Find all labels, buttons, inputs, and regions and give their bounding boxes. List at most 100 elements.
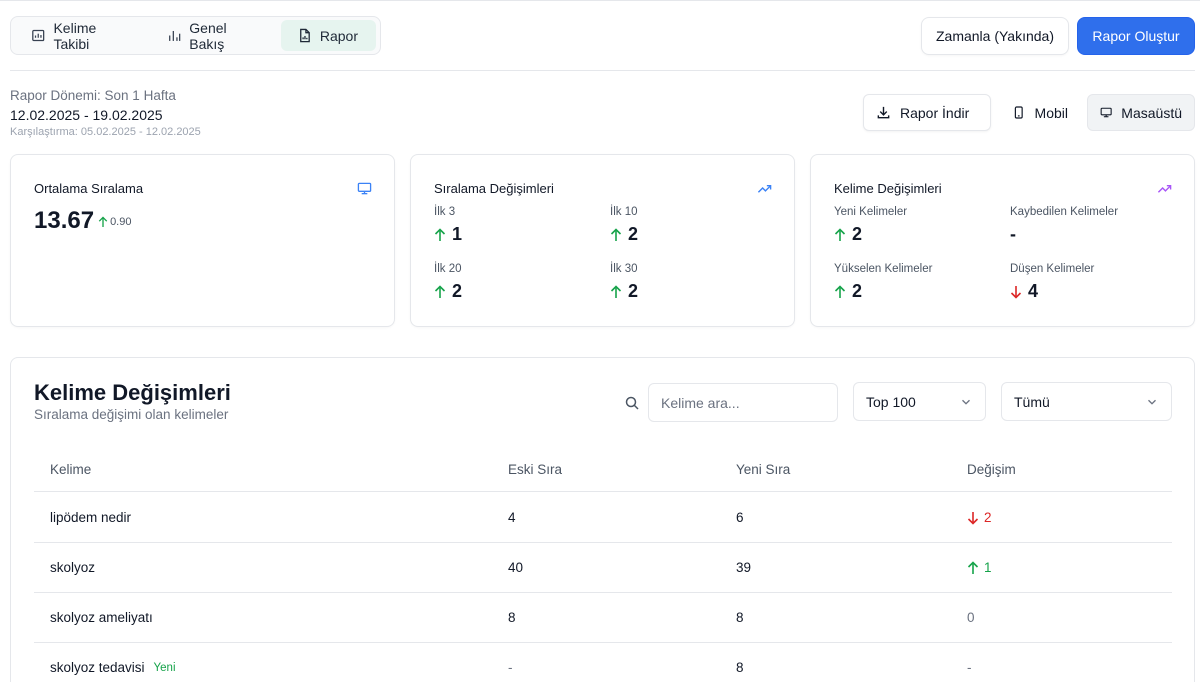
old-rank-cell: 4: [508, 510, 516, 525]
keyword-changes-panel: Kelime Değişimleri Sıralama değişimi ola…: [10, 357, 1195, 682]
device-desktop-button[interactable]: Masaüstü: [1087, 94, 1195, 131]
metric-label: Kaybedilen Kelimeler: [1010, 206, 1119, 218]
keyword-cell: skolyoz ameliyatı: [50, 610, 153, 625]
metric-value: -: [1010, 224, 1016, 244]
change-cell: 2: [967, 510, 992, 525]
tab-genel-bakis[interactable]: Genel Bakış: [151, 19, 279, 52]
table-row[interactable]: skolyoz 40 39 1: [34, 543, 1172, 593]
table-row[interactable]: skolyoz ameliyatı 8 8 0: [34, 593, 1172, 643]
arrow-down-icon: [967, 511, 979, 525]
device-mobile-button[interactable]: Mobil: [1000, 94, 1080, 131]
old-rank-cell: 8: [508, 610, 516, 625]
arrow-down-icon: [1010, 285, 1022, 299]
card-title: Ortalama Sıralama: [34, 181, 144, 196]
keyword-cell: lipödem nedir: [50, 510, 132, 525]
header-divider: [10, 70, 1195, 71]
create-report-button[interactable]: Rapor Oluştur: [1077, 17, 1195, 55]
metric-label: İlk 20: [434, 263, 462, 275]
metric-top30: İlk 30 2: [610, 263, 638, 302]
average-rank-number: 13.67: [34, 207, 95, 234]
download-report-button[interactable]: Rapor İndir: [863, 94, 991, 131]
smartphone-icon: [1014, 106, 1023, 119]
search-icon: [625, 396, 639, 410]
metric-label: İlk 30: [610, 263, 638, 275]
keyword-cell: skolyoz tedavisi Yeni: [50, 660, 176, 675]
card-title: Kelime Değişimleri: [834, 181, 942, 196]
column-change: Değişim: [967, 462, 1016, 477]
trending-up-icon: [757, 184, 772, 193]
old-rank-cell: -: [508, 660, 513, 675]
filter-select[interactable]: Tümü: [1001, 382, 1172, 421]
bar-chart-icon: [32, 29, 45, 42]
view-tabs: Kelime Takibi Genel Bakış Rapor: [10, 16, 381, 55]
change-cell: -: [967, 660, 972, 675]
keyword-search-input[interactable]: [648, 383, 838, 422]
table-row[interactable]: skolyoz tedavisi Yeni - 8 -: [34, 643, 1172, 682]
arrow-up-icon: [610, 284, 622, 298]
column-keyword: Kelime: [50, 462, 92, 477]
metric-label: Yükselen Kelimeler: [834, 263, 933, 275]
download-label: Rapor İndir: [900, 104, 970, 121]
tab-rapor[interactable]: Rapor: [280, 20, 376, 51]
table-header: Kelime Eski Sıra Yeni Sıra Değişim: [34, 448, 1172, 492]
tab-label: Kelime Takibi: [53, 19, 97, 52]
panel-title: Kelime Değişimleri: [34, 380, 231, 405]
panel-subtitle: Sıralama değişimi olan kelimeler: [34, 407, 229, 422]
metric-new-keywords: Yeni Kelimeler 2: [834, 206, 907, 245]
download-icon: [877, 106, 890, 119]
keyword-changes-card: Kelime Değişimleri Yeni Kelimeler 2 Kayb…: [810, 154, 1195, 327]
keyword-text: skolyoz tedavisi: [50, 660, 145, 675]
metric-label: İlk 3: [434, 206, 456, 218]
column-chart-icon: [168, 30, 181, 41]
chevron-down-icon: [1148, 399, 1156, 405]
column-new-rank: Yeni Sıra: [736, 462, 791, 477]
tab-kelime-takibi[interactable]: Kelime Takibi: [15, 19, 149, 52]
limit-select-value: Top 100: [866, 393, 916, 410]
arrow-up-icon: [834, 227, 846, 241]
metric-top3: İlk 3 1: [434, 206, 462, 245]
metric-lost-keywords: Kaybedilen Kelimeler -: [1010, 206, 1118, 245]
new-rank-cell: 8: [736, 660, 744, 675]
limit-select[interactable]: Top 100: [853, 382, 986, 421]
metric-value: 2: [452, 281, 463, 301]
arrow-up-icon: [98, 216, 108, 227]
metric-value: 2: [628, 281, 639, 301]
metric-label: Düşen Kelimeler: [1010, 263, 1095, 275]
column-old-rank: Eski Sıra: [508, 462, 563, 477]
arrow-up-icon: [434, 284, 446, 298]
new-rank-cell: 39: [736, 560, 752, 575]
metric-top20: İlk 20 2: [434, 263, 462, 302]
chevron-down-icon: [962, 399, 970, 405]
metric-label: İlk 10: [610, 206, 638, 218]
trending-up-icon: [1157, 184, 1172, 193]
comparison-range: Karşılaştırma: 05.02.2025 - 12.02.2025: [10, 126, 201, 138]
schedule-button[interactable]: Zamanla (Yakında): [921, 17, 1069, 55]
metric-value: 2: [852, 224, 863, 244]
metric-value: 2: [628, 224, 639, 244]
metric-value: 2: [852, 281, 863, 301]
arrow-up-icon: [610, 227, 622, 241]
average-rank-delta: 0.90: [98, 216, 131, 228]
period-range: 12.02.2025 - 19.02.2025: [10, 107, 163, 123]
change-value: 2: [984, 510, 992, 525]
card-title: Sıralama Değişimleri: [434, 181, 554, 196]
ranking-changes-card: Sıralama Değişimleri İlk 3 1 İlk 10 2 İl…: [410, 154, 795, 327]
tab-label: Genel Bakış: [189, 19, 227, 52]
delta-value: 0.90: [110, 216, 132, 228]
mobile-label: Mobil: [1034, 104, 1068, 121]
average-rank-value: 13.67 0.90: [34, 207, 131, 235]
arrow-up-icon: [434, 227, 446, 241]
period-label: Rapor Dönemi: Son 1 Hafta: [10, 88, 176, 103]
filter-select-value: Tümü: [1014, 393, 1050, 410]
metric-value: 4: [1028, 281, 1039, 301]
arrow-up-icon: [834, 284, 846, 298]
new-rank-cell: 8: [736, 610, 744, 625]
report-period: Rapor Dönemi: Son 1 Hafta 12.02.2025 - 1…: [10, 88, 201, 139]
change-value: 1: [984, 560, 992, 575]
table-row[interactable]: lipödem nedir 4 6 2: [34, 493, 1172, 543]
change-cell: 1: [967, 560, 992, 575]
tab-label: Rapor: [319, 27, 358, 44]
arrow-up-icon: [967, 560, 979, 574]
metric-label: Yeni Kelimeler: [834, 206, 908, 218]
metric-value: 1: [452, 224, 463, 244]
